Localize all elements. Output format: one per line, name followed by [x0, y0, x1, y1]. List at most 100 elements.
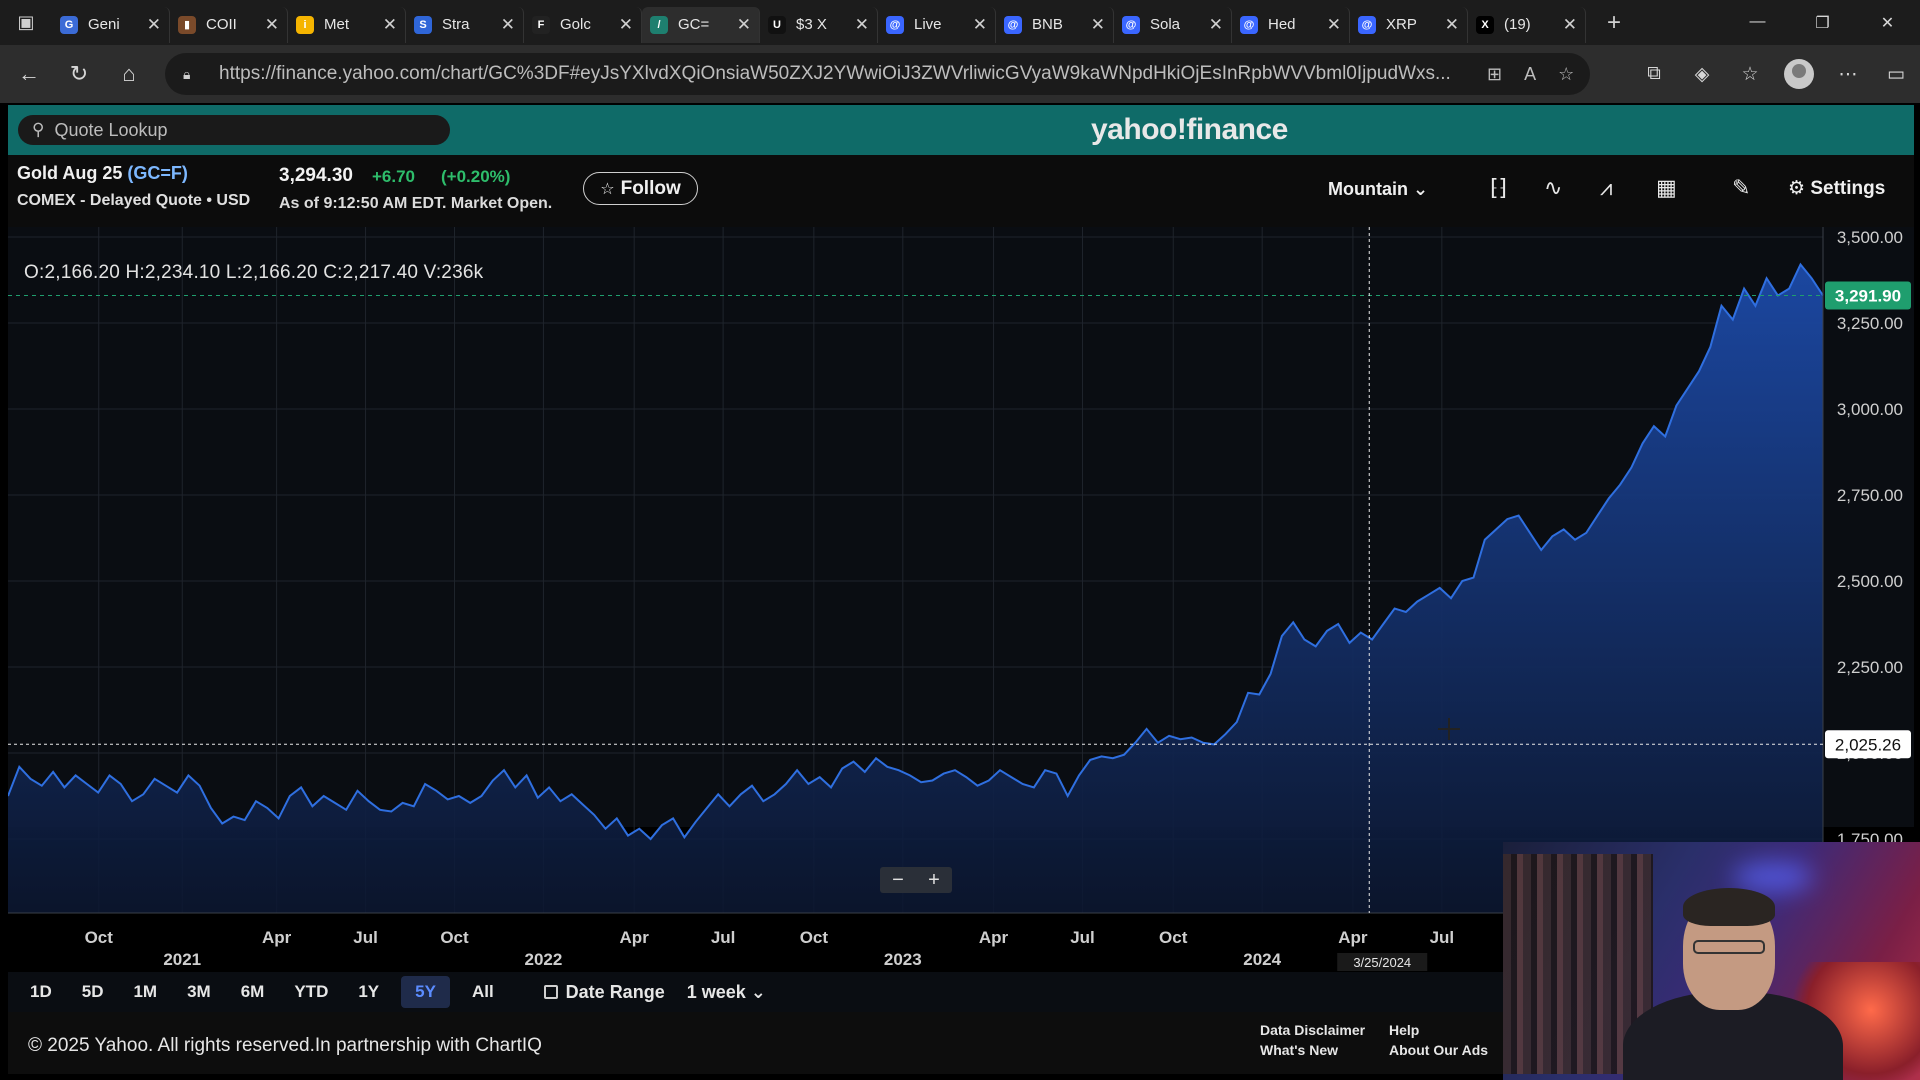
tab-close-icon[interactable]: ✕ — [737, 15, 751, 35]
workspaces-icon[interactable]: ▣ — [0, 0, 52, 45]
range-button-6m[interactable]: 6M — [233, 976, 273, 1008]
tab-title: Sola — [1150, 16, 1181, 33]
range-button-ytd[interactable]: YTD — [286, 976, 336, 1008]
tab-close-icon[interactable]: ✕ — [1445, 15, 1459, 35]
range-button-5d[interactable]: 5D — [74, 976, 112, 1008]
date-range-button[interactable]: Date Range — [543, 982, 665, 1003]
profile-avatar[interactable] — [1784, 59, 1814, 89]
sidebar-toggle-icon[interactable]: ▭ — [1872, 63, 1920, 86]
zoom-in-button[interactable]: + — [916, 867, 952, 893]
tab-title: Met — [324, 16, 350, 33]
restore-icon[interactable]: ❐ — [1790, 13, 1855, 33]
chart-style-dropdown[interactable]: Mountain ⌄ — [1328, 179, 1428, 200]
tab-title: Hed — [1268, 16, 1296, 33]
browser-tab[interactable]: / GC= ✕ — [642, 6, 760, 43]
follow-button[interactable]: ☆ Follow — [583, 172, 698, 205]
calendar-icon[interactable]: ▦ — [1656, 175, 1677, 201]
tab-close-icon[interactable]: ✕ — [855, 15, 869, 35]
tab-close-icon[interactable]: ✕ — [973, 15, 987, 35]
extensions-icon[interactable]: ⧉ — [1630, 63, 1678, 85]
zoom-out-button[interactable]: − — [880, 867, 916, 893]
y-tick-label: 2,500.00 — [1837, 572, 1903, 591]
range-button-1y[interactable]: 1Y — [350, 976, 387, 1008]
tab-close-icon[interactable]: ✕ — [383, 15, 397, 35]
refresh-icon[interactable]: ↻ — [54, 61, 104, 87]
x-tick-label: Jul — [711, 928, 736, 947]
y-tick-label: 2,750.00 — [1837, 486, 1903, 505]
settings-button[interactable]: ⚙ Settings — [1788, 177, 1885, 200]
data-disclaimer-link[interactable]: Data Disclaimer — [1260, 1022, 1365, 1038]
browser-tab[interactable]: @ XRP ✕ — [1350, 6, 1468, 43]
x-tick-label: Apr — [262, 928, 292, 947]
tab-close-icon[interactable]: ✕ — [265, 15, 279, 35]
crosshair-date-label: 3/25/2024 — [1353, 955, 1411, 970]
read-aloud-icon[interactable]: A — [1524, 64, 1536, 85]
tab-close-icon[interactable]: ✕ — [1091, 15, 1105, 35]
url-bar[interactable]: 🔒︎ https://finance.yahoo.com/chart/GC%3D… — [165, 53, 1590, 95]
about-ads-link[interactable]: About Our Ads — [1389, 1042, 1488, 1058]
browser-tab[interactable]: i Met ✕ — [288, 6, 406, 43]
browser-tab[interactable]: F Golc ✕ — [524, 6, 642, 43]
browser-tab[interactable]: G Geni ✕ — [52, 6, 170, 43]
lock-icon: 🔒︎ — [183, 66, 191, 82]
calendar-small-icon — [543, 985, 558, 999]
more-menu-icon[interactable]: ⋯ — [1824, 63, 1872, 86]
browser-tab[interactable]: ▮ COII ✕ — [170, 6, 288, 43]
home-icon[interactable]: ⌂ — [104, 61, 154, 87]
favorite-star-icon[interactable]: ☆ — [1558, 64, 1574, 85]
browser-tab[interactable]: U $3 X ✕ — [760, 6, 878, 43]
browser-tab[interactable]: @ BNB ✕ — [996, 6, 1114, 43]
url-text[interactable]: https://finance.yahoo.com/chart/GC%3DF#e… — [219, 63, 1459, 85]
help-link[interactable]: Help — [1389, 1022, 1419, 1038]
browser-tab[interactable]: S Stra ✕ — [406, 6, 524, 43]
events-icon[interactable]: ⩘ — [1600, 175, 1612, 201]
compare-icon[interactable]: ⁅⁆ — [1490, 175, 1507, 201]
current-price: 3,294.30 — [279, 165, 353, 186]
star-icon: ☆ — [600, 180, 615, 198]
quote-lookup[interactable]: ⚲ — [18, 115, 450, 145]
tab-strip: G Geni ✕ ▮ COII ✕ i Met ✕ S Stra ✕ F Golc ✕ / GC= ✕ U $3 X ✕… — [52, 3, 1586, 43]
draw-pencil-icon[interactable]: ✎ — [1732, 175, 1750, 201]
tab-title: (19) — [1504, 16, 1531, 33]
ohlc-readout: O:2,166.20 H:2,234.10 L:2,166.20 C:2,217… — [24, 262, 484, 283]
close-window-icon[interactable]: ✕ — [1855, 13, 1920, 33]
window-controls: — ❐ ✕ — [1725, 13, 1920, 33]
price-chart[interactable]: 3,500.00 3,250.00 3,000.00 2,750.00 2,500.00… — [8, 227, 1914, 971]
back-icon[interactable]: ← — [4, 61, 54, 87]
tab-close-icon[interactable]: ✕ — [501, 15, 515, 35]
browser-tab[interactable]: @ Hed ✕ — [1232, 6, 1350, 43]
range-button-1m[interactable]: 1M — [125, 976, 165, 1008]
x-tick-label: Oct — [1159, 928, 1188, 947]
search-input[interactable] — [54, 119, 435, 141]
range-button-1d[interactable]: 1D — [22, 976, 60, 1008]
range-button-all[interactable]: All — [464, 976, 502, 1008]
instrument-symbol[interactable]: (GC=F) — [127, 163, 188, 183]
app-available-icon[interactable]: ⊞ — [1487, 64, 1502, 85]
y-tick-label: 2,250.00 — [1837, 658, 1903, 677]
copilot-icon[interactable]: ◈ — [1678, 63, 1726, 86]
interval-dropdown[interactable]: 1 week ⌄ — [687, 982, 766, 1003]
webcam-overlay — [1503, 842, 1920, 1080]
crosshair-value-label: 2,025.26 — [1835, 735, 1901, 754]
tab-favicon-icon: @ — [1358, 15, 1376, 34]
whats-new-link[interactable]: What's New — [1260, 1042, 1338, 1058]
y-tick-label: 3,500.00 — [1837, 228, 1903, 247]
browser-tab[interactable]: @ Live ✕ — [878, 6, 996, 43]
range-button-5y[interactable]: 5Y — [401, 976, 450, 1008]
tab-close-icon[interactable]: ✕ — [619, 15, 633, 35]
tab-close-icon[interactable]: ✕ — [147, 15, 161, 35]
range-button-3m[interactable]: 3M — [179, 976, 219, 1008]
tab-close-icon[interactable]: ✕ — [1563, 15, 1577, 35]
tab-favicon-icon: G — [60, 15, 78, 34]
tab-close-icon[interactable]: ✕ — [1327, 15, 1341, 35]
favorites-icon[interactable]: ☆ — [1726, 63, 1774, 86]
browser-tab[interactable]: @ Sola ✕ — [1114, 6, 1232, 43]
browser-tab[interactable]: X (19) ✕ — [1468, 6, 1586, 43]
indicators-icon[interactable]: ∿ — [1544, 175, 1562, 201]
price-change: +6.70 — [372, 167, 416, 186]
new-tab-button[interactable]: + — [1594, 9, 1634, 37]
tab-close-icon[interactable]: ✕ — [1209, 15, 1223, 35]
yahoo-finance-logo[interactable]: yahoo!finance — [1091, 113, 1288, 147]
search-icon: ⚲ — [32, 120, 45, 139]
minimize-icon[interactable]: — — [1725, 13, 1790, 33]
